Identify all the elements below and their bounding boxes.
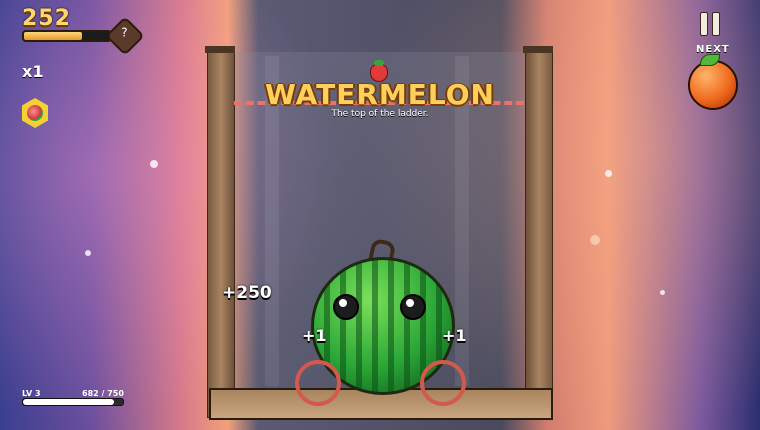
help-button[interactable]: ? — [105, 16, 145, 56]
pause-icon — [712, 12, 720, 36]
background-sparkle — [605, 170, 612, 177]
background-sparkle — [150, 160, 158, 168]
fruit-title: WATERMELON — [265, 78, 495, 111]
score-progress-bar — [22, 30, 112, 42]
merge-ring — [420, 360, 466, 406]
container-right-cap — [523, 46, 553, 53]
pause-button[interactable] — [700, 12, 720, 36]
background-sparkle — [85, 250, 91, 256]
background-sparkle — [660, 290, 665, 295]
merge-ring — [295, 360, 341, 406]
xp-label: 682 / 750 — [82, 389, 124, 398]
watermelon-right-eye — [400, 294, 426, 320]
xp-progress-bar — [22, 398, 124, 406]
level-label: LV 3 — [22, 389, 41, 398]
score-popup-left: +1 — [302, 326, 327, 345]
score-popup-big: +250 — [222, 283, 272, 303]
fruit-subtitle: The top of the ladder. — [331, 109, 429, 119]
watermelon-left-eye — [333, 294, 359, 320]
score-progress-fill — [24, 32, 83, 40]
xp-progress-fill — [23, 399, 114, 405]
help-icon: ? — [121, 25, 128, 40]
score-popup-right: +1 — [442, 326, 467, 345]
container-left-cap — [205, 46, 235, 53]
score-value: 252 — [22, 6, 71, 31]
pause-icon — [700, 12, 708, 36]
background-sparkle — [590, 235, 600, 245]
